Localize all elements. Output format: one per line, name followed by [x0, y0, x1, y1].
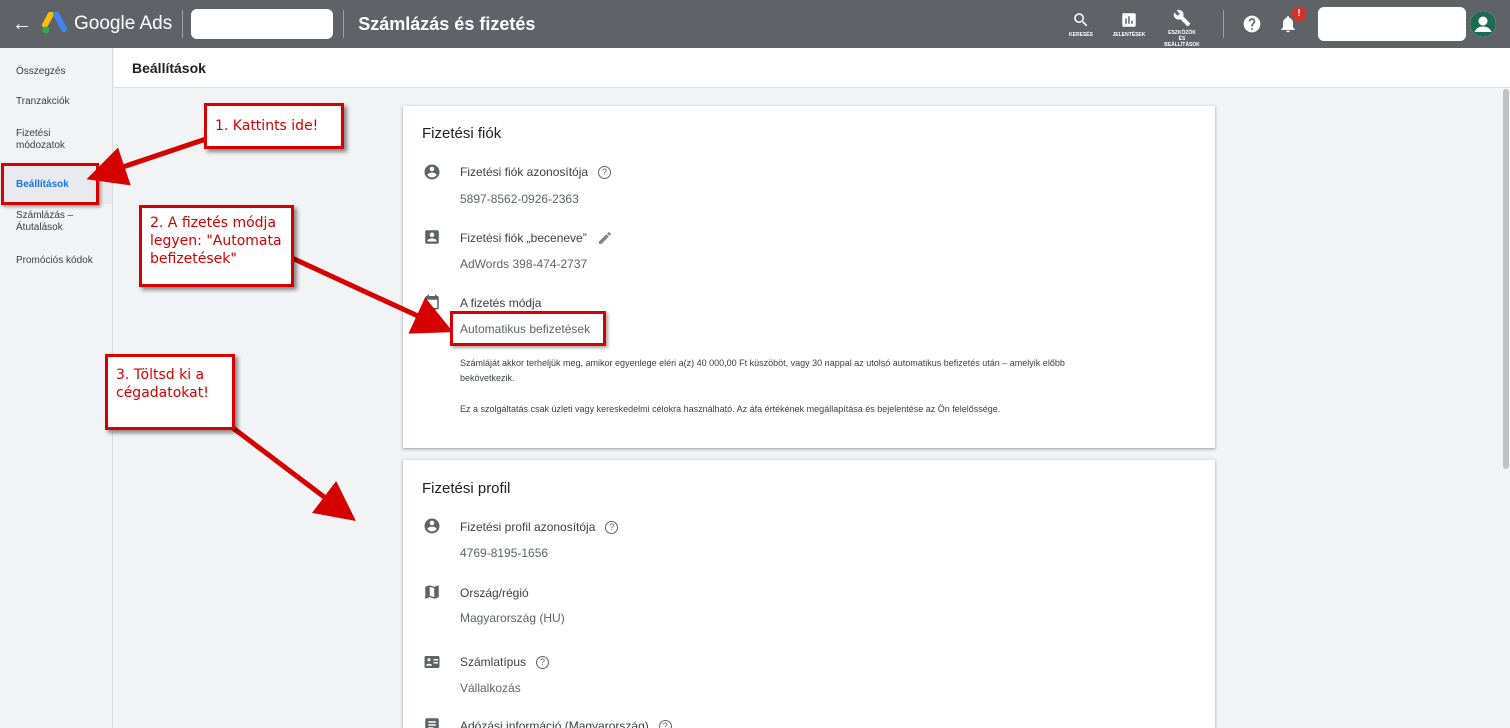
reports-tool-button[interactable]: JELENTÉSEK [1107, 11, 1151, 38]
annotation-step-1: 1. Kattints ide! [204, 103, 344, 149]
sub-header: Beállítások [114, 48, 1510, 88]
help-icon[interactable]: ? [605, 520, 619, 534]
help-icon[interactable]: ? [598, 165, 612, 179]
sidebar-item-summary[interactable]: Összegzés [0, 66, 112, 78]
back-arrow-icon[interactable]: ← [12, 0, 32, 48]
account-type-label: Számlatípus ? [460, 655, 550, 669]
payment-account-card: Fizetési fiók Fizetési fiók azonosítója … [403, 106, 1215, 448]
account-circle-icon [423, 517, 441, 535]
annotation-step-3: 3. Töltsd ki a cégadatokat! [105, 354, 235, 430]
account-nickname-label-text: Fizetési fiók „beceneve” [460, 231, 587, 245]
customer-search-box[interactable] [1318, 7, 1466, 41]
search-icon [1074, 12, 1088, 26]
divider [343, 10, 345, 38]
divider [182, 10, 184, 38]
wrench-icon [1173, 9, 1191, 26]
country-label: Ország/régió [460, 586, 529, 600]
profile-id-label: Fizetési profil azonosítója ? [460, 520, 619, 534]
account-id-label-text: Fizetési fiók azonosítója [460, 165, 589, 179]
map-icon [423, 583, 441, 601]
account-nickname-value: AdWords 398-474-2737 [460, 257, 588, 271]
business-use-notice: Ez a szolgáltatás csak üzleti vagy keres… [460, 404, 1001, 414]
search-tool-button[interactable]: KERESÉS [1059, 11, 1103, 38]
avatar[interactable] [1470, 11, 1496, 37]
account-selector[interactable] [191, 9, 334, 39]
account-circle-icon [423, 163, 441, 181]
scrollbar[interactable] [1502, 89, 1510, 728]
reports-icon [1122, 12, 1136, 27]
list-icon [423, 716, 441, 728]
top-bar: ← Google Ads Számlázás és fizetés KERESÉ… [0, 0, 1510, 48]
payment-method-highlight-box [450, 311, 606, 346]
payment-account-title: Fizetési fiók [422, 125, 502, 142]
google-ads-logo[interactable]: Google Ads [42, 12, 172, 36]
tools-label-3: BEÁLLÍTÁSOK [1164, 41, 1200, 48]
sidebar-item-promo-codes[interactable]: Promóciós kódok [0, 255, 112, 267]
profile-id-label-text: Fizetési profil azonosítója [460, 520, 596, 534]
account-nickname-label: Fizetési fiók „beceneve” [460, 230, 613, 246]
divider [1223, 10, 1224, 38]
annotation-step-2-line1: 2. A fizetés módja [150, 215, 277, 231]
tax-info-label-text: Adózási információ (Magyarország) [460, 719, 649, 728]
payment-method-description-line1: Számláját akkor terheljük meg, amikor eg… [460, 358, 1065, 368]
settings-highlight-box [1, 163, 99, 205]
payment-method-description: Számláját akkor terheljük meg, amikor eg… [460, 356, 1180, 386]
page-title: Számlázás és fizetés [358, 13, 536, 34]
payment-method-label: A fizetés módja [460, 296, 542, 310]
payment-method-description-line2: bekövetkezik. [460, 373, 515, 383]
account-avatar-icon [1470, 11, 1496, 37]
google-ads-logo-icon [42, 12, 67, 34]
country-value: Magyarország (HU) [460, 611, 565, 625]
id-card-icon [423, 653, 441, 671]
scrollbar-thumb[interactable] [1503, 89, 1509, 469]
account-type-label-text: Számlatípus [460, 655, 527, 669]
sidebar: Összegzés Tranzakciók Fizetési módozatok… [0, 48, 113, 728]
sidebar-item-billing-transfers[interactable]: Számlázás – Átutalások [0, 210, 96, 234]
help-icon [1243, 15, 1261, 33]
calendar-icon [423, 293, 441, 311]
account-id-label: Fizetési fiók azonosítója ? [460, 165, 612, 179]
annotation-step-2: 2. A fizetés módja legyen: "Automata bef… [139, 205, 294, 287]
annotation-step-2-line3: befizetések" [150, 251, 237, 267]
section-title: Beállítások [132, 60, 206, 76]
notification-badge: ! [1292, 7, 1306, 21]
sidebar-item-payment-methods[interactable]: Fizetési módozatok [0, 128, 90, 152]
help-icon[interactable]: ? [658, 719, 672, 728]
edit-pencil-icon[interactable] [597, 230, 613, 246]
payment-profile-title: Fizetési profil [422, 480, 511, 497]
tax-info-label: Adózási információ (Magyarország) ? [460, 719, 672, 728]
help-icon[interactable]: ? [536, 655, 550, 669]
logo-text: Google Ads [74, 13, 173, 34]
annotation-step-3-line2: cégadatokat! [116, 385, 209, 401]
annotation-step-3-line1: 3. Töltsd ki a [116, 367, 205, 383]
account-id-value: 5897-8562-0926-2363 [460, 192, 579, 206]
tools-settings-button[interactable]: ESZKÖZÖK ÉS BEÁLLÍTÁSOK [1155, 9, 1209, 48]
annotation-step-1-text: 1. Kattints ide! [215, 118, 319, 134]
account-type-value: Vállalkozás [460, 681, 521, 695]
sidebar-item-transactions[interactable]: Tranzakciók [0, 96, 112, 108]
annotation-step-2-line2: legyen: "Automata [150, 233, 282, 249]
reports-tool-label: JELENTÉSEK [1112, 31, 1146, 38]
search-tool-label: KERESÉS [1069, 31, 1093, 38]
badge-icon [423, 228, 441, 246]
profile-id-value: 4769-8195-1656 [460, 546, 549, 560]
help-button[interactable] [1240, 12, 1264, 36]
payment-profile-card: Fizetési profil Fizetési profil azonosít… [403, 460, 1215, 728]
notifications-button[interactable]: ! [1276, 7, 1306, 36]
